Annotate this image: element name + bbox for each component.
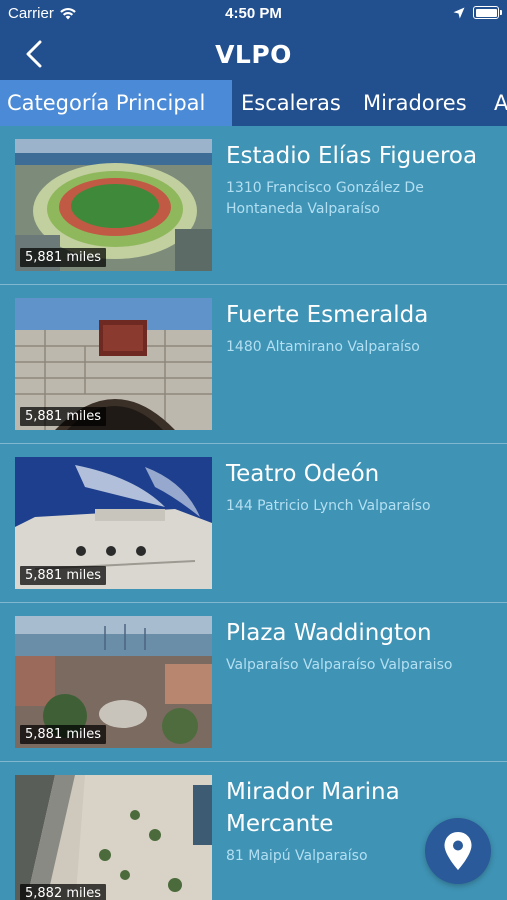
tab-a[interactable]: A	[487, 80, 507, 126]
place-address: 1480 Altamirano Valparaíso	[226, 339, 420, 355]
distance-badge: 5,881 miles	[20, 248, 107, 267]
chevron-left-icon	[26, 40, 42, 68]
place-address: 1310 Francisco González De Hontaneda Val…	[226, 180, 424, 217]
status-bar: Carrier 4:50 PM	[0, 0, 507, 28]
list-item-estadio[interactable]: 5,881 miles Estadio Elías Figueroa 1310 …	[0, 126, 507, 285]
distance-badge: 5,882 miles	[20, 884, 107, 900]
tab-miradores[interactable]: Miradores	[356, 80, 474, 126]
map-button[interactable]	[425, 818, 491, 884]
back-button[interactable]	[14, 34, 54, 74]
list-item-plaza[interactable]: 5,881 miles Plaza Waddington Valparaíso …	[0, 603, 507, 762]
place-name: Fuerte Esmeralda	[226, 302, 429, 328]
place-photo: 5,882 miles	[15, 775, 212, 900]
place-photo: 5,881 miles	[15, 298, 212, 430]
list-item-teatro[interactable]: 5,881 miles Teatro Odeón 144 Patricio Ly…	[0, 444, 507, 603]
tab-categoria-principal[interactable]: Categoría Principal	[0, 80, 232, 126]
list-item-fuerte[interactable]: 5,881 miles Fuerte Esmeralda 1480 Altami…	[0, 285, 507, 444]
status-time: 4:50 PM	[225, 5, 282, 22]
place-address: 144 Patricio Lynch Valparaíso	[226, 498, 431, 514]
place-photo: 5,881 miles	[15, 616, 212, 748]
place-name: Estadio Elías Figueroa	[226, 143, 478, 169]
status-right	[453, 6, 502, 19]
place-name: Teatro Odeón	[226, 461, 380, 487]
tab-escaleras[interactable]: Escaleras	[234, 80, 348, 126]
place-photo: 5,881 miles	[15, 457, 212, 589]
battery-icon	[473, 6, 502, 19]
distance-badge: 5,881 miles	[20, 566, 107, 585]
category-tabs: Categoría Principal Escaleras Miradores …	[0, 80, 507, 126]
page-title: VLPO	[215, 40, 292, 69]
location-pin-icon	[444, 832, 472, 870]
place-address: Valparaíso Valparaíso Valparaiso	[226, 657, 453, 673]
places-list: 5,881 miles Estadio Elías Figueroa 1310 …	[0, 126, 507, 900]
navigation-bar: VLPO	[0, 28, 507, 80]
place-name: Plaza Waddington	[226, 620, 432, 646]
place-photo: 5,881 miles	[15, 139, 212, 271]
location-arrow-icon	[453, 7, 465, 18]
distance-badge: 5,881 miles	[20, 407, 107, 426]
distance-badge: 5,881 miles	[20, 725, 107, 744]
